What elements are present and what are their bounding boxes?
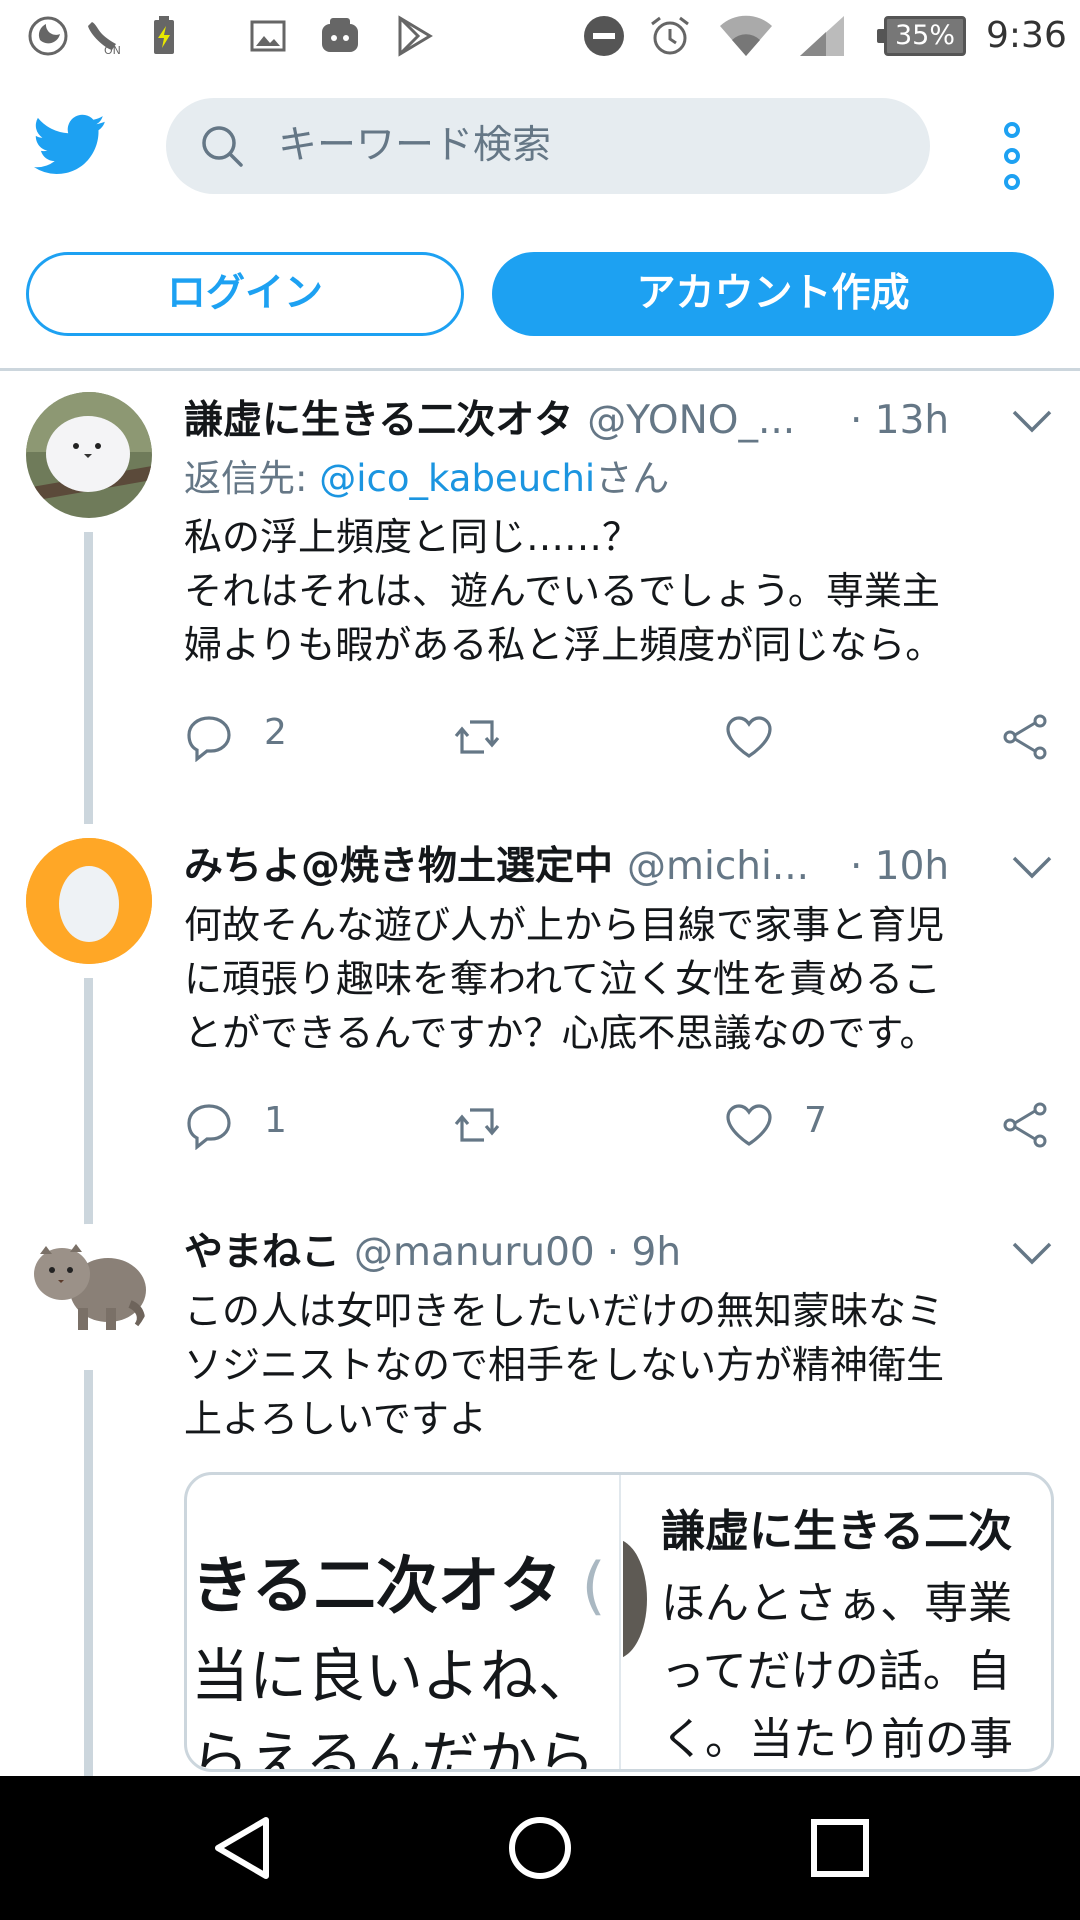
tweet[interactable]: 謙虚に生きる二次オタ @YONO_... · 13h 返信先: @ico_kabe…: [0, 392, 1080, 824]
like-icon: [726, 716, 772, 758]
user-handle[interactable]: @manuru00: [354, 1230, 595, 1275]
tweet-text-line: 上よろしいですよ: [184, 1397, 487, 1441]
reply-prefix: 返信先:: [184, 457, 320, 500]
avatar[interactable]: [26, 1224, 152, 1350]
timestamp[interactable]: · 10h: [850, 838, 949, 896]
display-name[interactable]: みちよ@焼き物土選定中: [184, 844, 613, 889]
reply-icon: [187, 1104, 231, 1150]
create-account-button[interactable]: アカウント作成: [492, 252, 1054, 336]
image-icon: [250, 20, 286, 52]
tweet-text-line: ソジニストなので相手をしない方が精神衛生: [184, 1343, 945, 1387]
avatar[interactable]: [26, 392, 152, 518]
tweet-header: やまねこ @manuru00 · 9h: [184, 1224, 1054, 1282]
system-nav-bar: [0, 1776, 1080, 1920]
like-icon: [726, 1104, 772, 1146]
quoted-avatar: [623, 1539, 647, 1659]
search-placeholder: キーワード検索: [278, 123, 552, 168]
tweet-content: 謙虚に生きる二次オタ @YONO_... · 13h 返信先: @ico_kabe…: [184, 392, 1054, 772]
cat-avatar-image: [26, 1224, 152, 1350]
quoted-image-line: 当に良いよね、: [191, 1642, 596, 1710]
quoted-image-left[interactable]: きる二次オタ ( 当に良いよね、 らえるんだから: [187, 1475, 621, 1772]
back-icon[interactable]: [206, 1812, 278, 1884]
thread-line: [84, 532, 93, 824]
battery-percent: 35%: [894, 20, 955, 51]
tweet-text-line: 私の浮上頻度と同じ……？: [184, 515, 641, 559]
moon-icon: [28, 16, 68, 56]
wifi-icon: [720, 15, 772, 56]
quoted-image-text: きる二次オタ (: [191, 1535, 606, 1625]
retweet-icon: [454, 720, 500, 754]
quoted-image-line: く。当たり前の事: [661, 1714, 1013, 1765]
signal-icon: [800, 16, 844, 56]
tweet-actions: 1 7: [184, 1090, 1054, 1160]
status-bar: ON 35% 9:36: [0, 0, 1080, 72]
default-egg-avatar: [26, 838, 152, 964]
search-icon: [202, 126, 243, 167]
quoted-image-right[interactable]: 謙虚に生きる二次 ほんとさぁ、専業 ってだけの話。自 く。当たり前の事: [623, 1475, 1051, 1769]
search-input[interactable]: キーワード検索: [166, 98, 930, 194]
quoted-image-line: らえるんだから: [191, 1724, 596, 1772]
tweet-content: みちよ@焼き物土選定中 @michi... · 10h 何故そんな遊び人が上から目…: [184, 838, 1054, 1160]
quoted-image-line: ってだけの話。自: [661, 1646, 1011, 1697]
quoted-image-line: (: [561, 1549, 606, 1622]
thread-line: [84, 978, 93, 1250]
app-icon: [322, 18, 358, 52]
tweet-text-line: に頑張り趣味を奪われて泣く女性を責めるこ: [184, 957, 941, 1001]
reply-icon: [187, 716, 231, 762]
reply-context: 返信先: @ico_kabeuchiさん: [184, 450, 1054, 508]
quoted-image-line: 謙虚に生きる二次: [661, 1506, 1013, 1557]
tweet-text-line: 何故そんな遊び人が上から目線で家事と育児: [184, 903, 945, 947]
tweet-header: 謙虚に生きる二次オタ @YONO_... · 13h: [184, 392, 1054, 450]
tweet-text: 私の浮上頻度と同じ……？ それはそれは、遊んでいるでしょう。専業主 婦よりも暇が…: [184, 510, 1054, 672]
chevron-down-icon[interactable]: [1010, 852, 1054, 882]
tweet-text: 何故そんな遊び人が上から目線で家事と育児 に頑張り趣味を奪われて泣く女性を責める…: [184, 898, 1054, 1060]
tweet-text-line: それはそれは、遊んでいるでしょう。専業主: [184, 569, 940, 613]
tweet-text: この人は女叩きをしたいだけの無知蒙昧なミ ソジニストなので相手をしない方が精神衛…: [184, 1284, 1054, 1446]
tweet-text-line: この人は女叩きをしたいだけの無知蒙昧なミ: [184, 1289, 945, 1333]
clock: 9:36: [986, 15, 1067, 56]
tweet-actions: 2: [184, 702, 1054, 772]
chevron-down-icon[interactable]: [1010, 1238, 1054, 1268]
tweet-text-line: とができるんですか？心底不思議なのです。: [184, 1011, 938, 1055]
reply-suffix: さん: [595, 457, 670, 500]
like-count: 7: [804, 1100, 827, 1141]
twitter-bird-icon[interactable]: [34, 108, 106, 180]
user-handle[interactable]: @michi...: [627, 844, 809, 889]
quoted-image-line: きる二次オタ: [191, 1549, 562, 1622]
chevron-down-icon[interactable]: [1010, 406, 1054, 436]
avatar[interactable]: [26, 838, 152, 964]
tweet[interactable]: みちよ@焼き物土選定中 @michi... · 10h 何故そんな遊び人が上から目…: [0, 838, 1080, 1250]
svg-text:ON: ON: [104, 44, 121, 57]
reply-count: 2: [264, 712, 287, 753]
display-name[interactable]: やまねこ: [184, 1230, 340, 1275]
login-button[interactable]: ログイン: [26, 252, 464, 336]
home-icon[interactable]: [504, 1812, 576, 1884]
more-options-icon[interactable]: [988, 116, 1036, 196]
share-icon: [1003, 1102, 1047, 1148]
retweet-icon: [454, 1108, 500, 1142]
recents-icon[interactable]: [804, 1812, 876, 1884]
volte-icon: ON: [88, 22, 121, 57]
dnd-icon: [584, 16, 624, 56]
display-name[interactable]: 謙虚に生きる二次オタ: [184, 398, 573, 443]
tweet-header: みちよ@焼き物土選定中 @michi... · 10h: [184, 838, 1054, 896]
share-icon: [1003, 714, 1047, 760]
battery-charging-icon: [154, 16, 174, 54]
tweet-content: やまねこ @manuru00 · 9h この人は女叩きをしたいだけの無知蒙昧なミ ソ…: [184, 1224, 1054, 1446]
reply-handle-link[interactable]: @ico_kabeuchi: [319, 457, 595, 500]
reply-count: 1: [264, 1100, 287, 1141]
thread-line: [84, 1370, 93, 1776]
play-store-icon: [398, 15, 433, 57]
quoted-tweet-card[interactable]: きる二次オタ ( 当に良いよね、 らえるんだから 謙虚に生きる二次 ほんとさぁ、…: [184, 1472, 1054, 1772]
bird-avatar-image: [26, 392, 152, 518]
timestamp[interactable]: · 9h: [607, 1230, 681, 1275]
alarm-icon: [651, 16, 689, 55]
battery-indicator: 35%: [877, 16, 966, 56]
app-header: キーワード検索 ログイン アカウント作成: [0, 72, 1080, 371]
tweet-text-line: 婦よりも暇がある私と浮上頻度が同じなら。: [184, 623, 944, 667]
user-handle[interactable]: @YONO_...: [587, 398, 795, 443]
quoted-image-line: ほんとさぁ、専業: [661, 1578, 1013, 1629]
timestamp[interactable]: · 13h: [850, 392, 949, 450]
